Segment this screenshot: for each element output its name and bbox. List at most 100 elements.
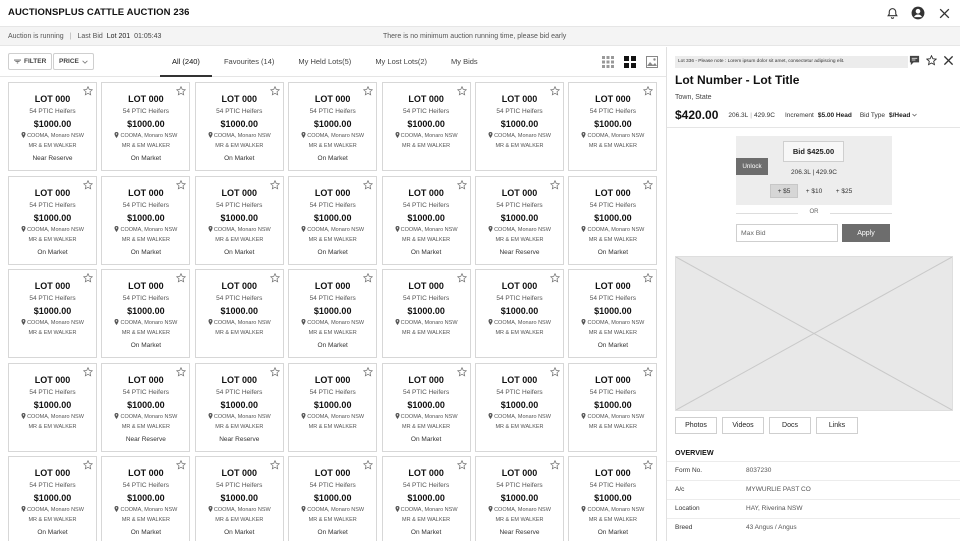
lot-card[interactable]: LOT 000 54 PTIC Heifers $1000.00 COOMA, Mon… <box>194 269 284 358</box>
lot-location-text: COOMA, Monaro NSW <box>400 507 458 513</box>
lot-card[interactable]: LOT 000 54 PTIC Heifers $1000.00 COOMA, Mon… <box>8 269 97 358</box>
max-bid-input[interactable] <box>736 224 838 242</box>
lot-price: $1000.00 <box>500 399 539 410</box>
lot-card[interactable]: LOT 000 54 PTIC Heifers $1000.00 COOMA, Mon… <box>568 362 658 452</box>
lot-card[interactable]: LOT 000 54 PTIC Heifers $1000.00 COOMA, Mon… <box>8 362 97 452</box>
lot-card[interactable]: LOT 000 54 PTIC Heifers $1000.00 COOMA, Mon… <box>568 175 658 265</box>
lot-number: LOT 000 <box>408 374 444 385</box>
location-pin-icon <box>208 319 213 327</box>
lot-card[interactable]: LOT 000 54 PTIC Heifers $1000.00 COOMA, Mon… <box>568 456 658 541</box>
lot-card[interactable]: LOT 000 54 PTIC Heifers $1000.00 COOMA, Mon… <box>288 269 378 358</box>
lot-card[interactable]: LOT 000 54 PTIC Heifers $1000.00 COOMA, Mon… <box>288 362 378 452</box>
step-5-button[interactable]: + $5 <box>770 184 798 198</box>
lot-price: $1000.00 <box>127 212 165 223</box>
lot-card[interactable]: LOT 000 54 PTIC Heifers $1000.00 COOMA, Mon… <box>475 82 564 171</box>
lot-card[interactable]: LOT 000 54 PTIC Heifers $1000.00 COOMA, Mon… <box>568 82 658 171</box>
lot-card[interactable]: LOT 000 54 PTIC Heifers $1000.00 COOMA, Mon… <box>475 175 564 265</box>
lot-location-text: COOMA, Monaro NSW <box>400 413 458 420</box>
lot-card[interactable]: LOT 000 54 PTIC Heifers $1000.00 COOMA, Mon… <box>101 269 191 358</box>
lot-number: LOT 000 <box>501 94 538 104</box>
lot-card[interactable]: LOT 000 54 PTIC Heifers $1000.00 COOMA, Mon… <box>568 269 658 358</box>
links-button[interactable]: Links <box>816 417 858 434</box>
status-separator: | <box>69 33 72 40</box>
lot-vendor: MR & EM WALKER <box>588 143 637 149</box>
lot-price: $1000.00 <box>127 119 165 129</box>
apply-button[interactable]: Apply <box>842 224 890 242</box>
videos-button[interactable]: Videos <box>722 417 764 434</box>
overview-row: A/c MYWURLIE PAST CO <box>667 480 960 498</box>
tab-my-bids[interactable]: My Bids <box>439 47 490 77</box>
lot-card[interactable]: LOT 000 54 PTIC Heifers $1000.00 COOMA, Mon… <box>194 82 284 171</box>
lot-card[interactable]: LOT 000 54 PTIC Heifers $1000.00 COOMA, Mon… <box>288 82 378 171</box>
step-10-button[interactable]: + $10 <box>800 184 828 198</box>
lot-card[interactable]: LOT 000 54 PTIC Heifers $1000.00 COOMA, Mon… <box>8 82 97 171</box>
panel-close-icon[interactable] <box>943 55 954 66</box>
lot-card[interactable]: LOT 000 54 PTIC Heifers $1000.00 COOMA, Mon… <box>381 175 471 265</box>
lot-card[interactable]: LOT 000 54 PTIC Heifers $1000.00 COOMA, Mon… <box>194 456 284 541</box>
lot-card[interactable]: LOT 000 54 PTIC Heifers $1000.00 COOMA, Mon… <box>101 175 191 265</box>
lot-location: COOMA, Monaro NSW <box>476 319 563 327</box>
lot-location: COOMA, Monaro NSW <box>196 412 283 421</box>
close-icon[interactable] <box>936 5 952 21</box>
tab-held-lots[interactable]: My Held Lots(5) <box>286 47 363 77</box>
lot-card[interactable]: LOT 000 54 PTIC Heifers $1000.00 COOMA, Mon… <box>194 362 284 452</box>
lot-card[interactable]: LOT 000 54 PTIC Heifers $1000.00 COOMA, Mon… <box>475 362 564 452</box>
lot-vendor: MR & EM WALKER <box>121 517 170 523</box>
lot-card[interactable]: LOT 000 54 PTIC Heifers $1000.00 COOMA, Mon… <box>101 362 191 452</box>
lot-card[interactable]: LOT 000 54 PTIC Heifers $1000.00 COOMA, Mon… <box>381 269 471 358</box>
comment-icon[interactable] <box>909 55 920 66</box>
location-pin-icon <box>488 225 493 234</box>
photos-button[interactable]: Photos <box>675 417 717 434</box>
tab-lost-lots[interactable]: My Lost Lots(2) <box>363 47 439 77</box>
overview-key: Form No. <box>675 467 703 474</box>
docs-button[interactable]: Docs <box>769 417 811 434</box>
lot-location-text: COOMA, Monaro NSW <box>27 226 84 233</box>
lot-card[interactable]: LOT 000 54 PTIC Heifers $1000.00 COOMA, Mon… <box>8 456 97 541</box>
lot-location-text: COOMA, Monaro NSW <box>400 226 458 233</box>
lot-card[interactable]: LOT 000 54 PTIC Heifers $1000.00 COOMA, Mon… <box>475 269 564 358</box>
lot-status: On Market <box>130 342 162 349</box>
location-pin-icon <box>301 412 306 421</box>
lot-description: 54 PTIC Heifers <box>589 482 637 489</box>
lot-image-placeholder[interactable] <box>675 256 953 411</box>
lot-card[interactable]: LOT 000 54 PTIC Heifers $1000.00 COOMA, Mon… <box>475 456 564 541</box>
lot-card[interactable]: LOT 000 54 PTIC Heifers $1000.00 COOMA, Mon… <box>288 456 378 541</box>
lot-card[interactable]: LOT 000 54 PTIC Heifers $1000.00 COOMA, Mon… <box>101 82 191 171</box>
lot-price: $1000.00 <box>33 119 72 129</box>
favourite-star-icon[interactable] <box>926 55 937 66</box>
bell-icon[interactable] <box>884 5 900 21</box>
bid-button[interactable]: Bid $425.00 <box>783 141 844 162</box>
lot-card[interactable]: LOT 000 54 PTIC Heifers $1000.00 COOMA, Mon… <box>288 175 378 265</box>
step-25-button[interactable]: + $25 <box>830 184 858 198</box>
user-icon[interactable] <box>910 5 926 21</box>
lot-price: $1000.00 <box>220 212 259 223</box>
app-header: AUCTIONSPLUS CATTLE AUCTION 236 <box>0 0 960 26</box>
price-sort-button[interactable]: PRICE <box>53 53 94 70</box>
lot-card[interactable]: LOT 000 54 PTIC Heifers $1000.00 COOMA, Mon… <box>381 362 471 452</box>
lot-card[interactable]: LOT 000 54 PTIC Heifers $1000.00 COOMA, Mon… <box>8 175 97 265</box>
lot-description: 54 PTIC Heifers <box>402 482 450 489</box>
overview-key: Location <box>675 505 700 512</box>
tab-all[interactable]: All (240) <box>160 47 212 77</box>
lot-card[interactable]: LOT 000 54 PTIC Heifers $1000.00 COOMA, Mon… <box>381 456 471 541</box>
lot-number: LOT 000 <box>595 94 631 104</box>
location-pin-icon <box>581 412 586 421</box>
bid-increment-steps: + $5 + $10 + $25 <box>770 184 858 198</box>
grid-small-view-icon[interactable] <box>602 56 614 68</box>
lot-number: LOT 000 <box>128 374 164 385</box>
filter-button[interactable]: FILTER <box>8 53 53 70</box>
lot-card[interactable]: LOT 000 54 PTIC Heifers $1000.00 COOMA, Mon… <box>381 82 471 171</box>
lot-price: $1000.00 <box>594 119 632 129</box>
tab-favourites[interactable]: Favourites (14) <box>212 47 286 77</box>
lot-card[interactable]: LOT 000 54 PTIC Heifers $1000.00 COOMA, Mon… <box>101 456 191 541</box>
lot-status: On Market <box>224 248 255 256</box>
image-view-icon[interactable] <box>646 56 658 68</box>
lot-location-text: COOMA, Monaro NSW <box>307 320 365 326</box>
lot-location-text: COOMA, Monaro NSW <box>494 133 551 139</box>
lot-card[interactable]: LOT 000 54 PTIC Heifers $1000.00 COOMA, Mon… <box>194 175 284 265</box>
bid-weight-l: 206.3L <box>791 169 811 176</box>
last-bid-lot: Lot 201 <box>106 33 131 40</box>
lot-location: COOMA, Monaro NSW <box>9 319 96 327</box>
bid-type-select[interactable]: $/Head <box>889 112 917 119</box>
grid-large-view-icon[interactable] <box>624 56 636 68</box>
